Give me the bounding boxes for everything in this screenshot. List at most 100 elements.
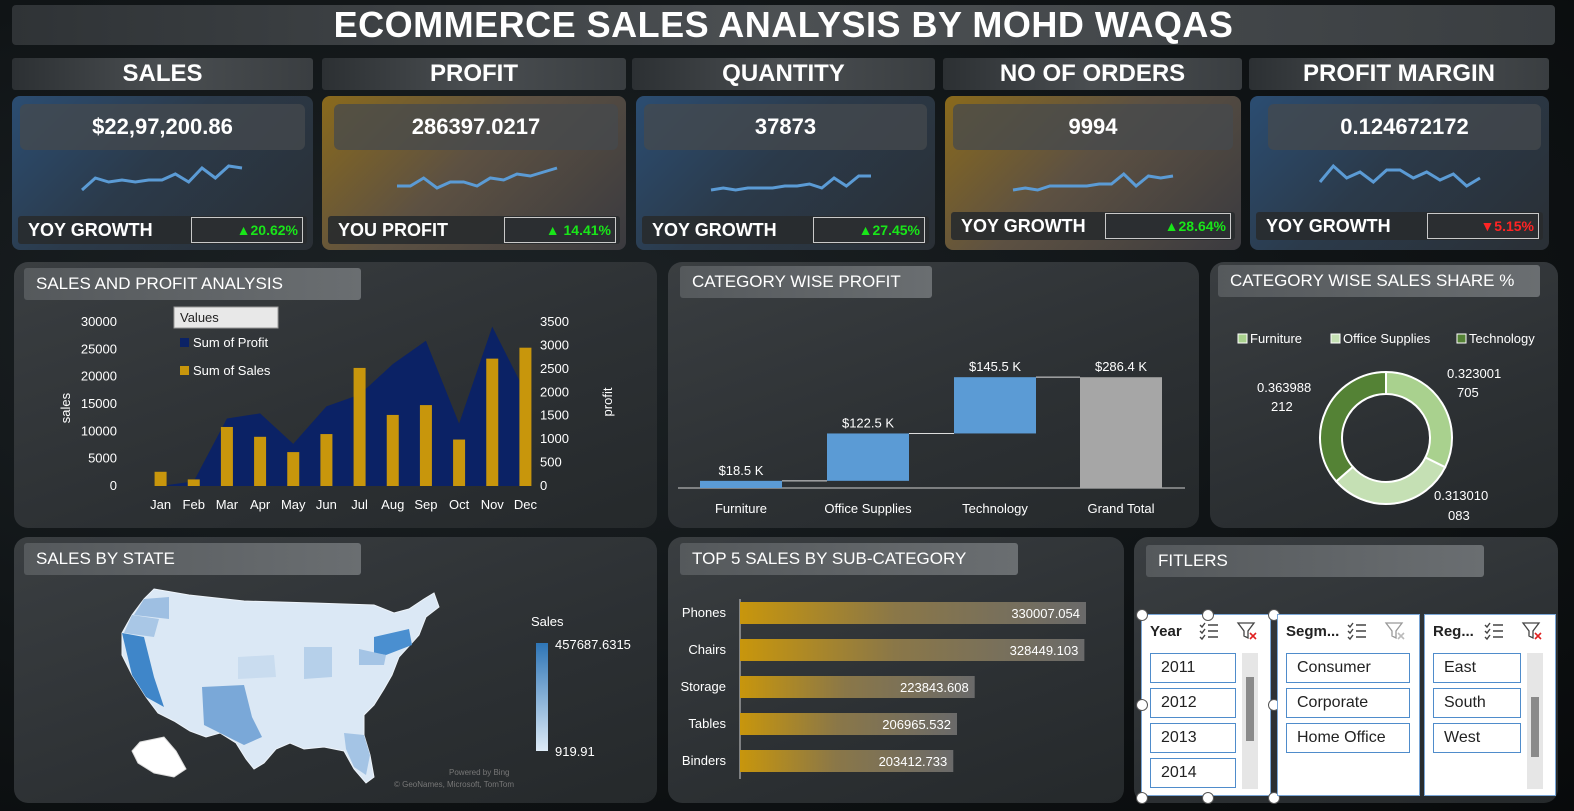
yoy-badge: ▲28.64%	[1105, 213, 1231, 239]
kpi-card-sales: $22,97,200.86 YOY GROWTH ▲20.62%	[12, 96, 313, 250]
slicer-title: Segm...	[1286, 623, 1340, 640]
waterfall-bar[interactable]	[827, 433, 909, 481]
donut-slice[interactable]	[1319, 370, 1387, 483]
x-tick: May	[281, 497, 306, 512]
y-axis-title-right: profit	[600, 387, 615, 416]
kpi-card-orders: 9994 YOY GROWTH ▲28.64%	[945, 96, 1241, 250]
state-alaska[interactable]	[131, 736, 187, 778]
resize-handle[interactable]	[1202, 792, 1214, 804]
legend-label-office: Office Supplies	[1343, 331, 1431, 346]
resize-handle[interactable]	[1202, 609, 1214, 621]
waterfall-bar[interactable]	[1080, 377, 1162, 488]
x-tick: Sep	[414, 497, 437, 512]
resize-handle[interactable]	[1136, 792, 1148, 804]
kpi-footer-label: YOY GROWTH	[961, 215, 1086, 236]
sparkline-path	[1012, 171, 1174, 192]
multi-select-icon[interactable]	[1346, 621, 1368, 641]
slicer-item-2012[interactable]: 2012	[1150, 688, 1236, 718]
slicer-item-2013[interactable]: 2013	[1150, 723, 1236, 753]
sparkline-path	[80, 164, 243, 192]
kpi-value: 9994	[953, 104, 1233, 150]
slicer-item-home-office[interactable]: Home Office	[1286, 723, 1410, 753]
legend-label-furniture: Furniture	[1250, 331, 1302, 346]
sales-bar[interactable]	[154, 471, 167, 486]
legend-swatch-furniture	[1237, 333, 1248, 344]
data-label: $145.5 K	[969, 359, 1021, 374]
data-label-furniture-1: 0.323001	[1447, 366, 1501, 381]
waterfall-bar[interactable]	[700, 480, 782, 488]
multi-select-icon[interactable]	[1483, 621, 1505, 641]
kpi-footer: YOY GROWTH ▲28.64%	[951, 212, 1235, 240]
category-profit-panel: CATEGORY WISE PROFIT $18.5 K Furniture $12…	[668, 262, 1199, 528]
sales-profit-panel: SALES AND PROFIT ANALYSIS 0 5000 10000 1500…	[14, 262, 657, 528]
sales-bar[interactable]	[254, 436, 267, 486]
category-profit-chart: $18.5 K Furniture $122.5 K Office Supplies $…	[678, 359, 1185, 516]
us-state-map[interactable]: Sales 457687.6315 919.91 Powered by Bing…	[14, 537, 657, 803]
sales-bar[interactable]	[419, 405, 432, 486]
sales-bar[interactable]	[386, 414, 399, 486]
legend-swatch-sales	[180, 366, 189, 375]
x-tick: Furniture	[715, 501, 767, 516]
slicer-item-2014[interactable]: 2014	[1150, 758, 1236, 788]
resize-handle[interactable]	[1136, 609, 1148, 621]
sparkline	[710, 174, 871, 192]
sparkline-path	[397, 166, 558, 190]
sales-bar[interactable]	[287, 452, 300, 486]
y-tick-left: 20000	[81, 369, 117, 384]
sales-bar[interactable]	[320, 434, 333, 486]
x-tick: Jun	[316, 497, 337, 512]
resize-handle[interactable]	[1136, 699, 1148, 711]
sales-bar[interactable]	[519, 347, 532, 486]
kpi-header-profit: PROFIT	[322, 58, 626, 90]
sales-by-state-panel: SALES BY STATE Sales 457687.6315 919.91 …	[14, 537, 657, 803]
kpi-header-orders: NO OF ORDERS	[943, 58, 1242, 90]
dashboard-title: ECOMMERCE SALES ANALYSIS BY MOHD WAQAS	[333, 4, 1234, 45]
subcategory-bar-chart: Phones 330007.054 Chairs 328449.103 Storage 2…	[680, 599, 1086, 779]
map-attribution-geonames: © GeoNames, Microsoft, TomTom	[394, 780, 514, 789]
sparkline-path	[1318, 163, 1481, 188]
slicer-title: Reg...	[1433, 623, 1474, 640]
waterfall-bar[interactable]	[954, 377, 1036, 434]
scrollbar-thumb[interactable]	[1531, 697, 1539, 757]
y-tick-right: 500	[540, 455, 562, 470]
y-tick-right: 3500	[540, 314, 569, 329]
segment-slicer[interactable]: Segm... Consumer Corporate Home Office	[1277, 614, 1420, 796]
kpi-footer-label: YOY GROWTH	[652, 219, 777, 240]
slicer-scrollbar[interactable]	[1242, 653, 1258, 789]
slicer-item-east[interactable]: East	[1433, 653, 1521, 683]
legend-label-sales: Sum of Sales	[193, 363, 271, 378]
kpi-footer-label: YOY GROWTH	[28, 219, 153, 240]
sales-bar[interactable]	[486, 358, 499, 486]
slicer-item-west[interactable]: West	[1433, 723, 1521, 753]
kpi-card-margin: 0.124672172 YOY GROWTH ▼5.15%	[1250, 96, 1549, 250]
x-tick: Grand Total	[1088, 501, 1155, 516]
y-tick-right: 3000	[540, 337, 569, 352]
sales-bar[interactable]	[220, 426, 233, 486]
region-slicer[interactable]: Reg... East South West	[1424, 614, 1556, 796]
panel-title: FITLERS	[1146, 545, 1484, 577]
multi-select-icon[interactable]	[1198, 621, 1220, 641]
year-slicer[interactable]: Year 2011 2012 2013 2014	[1141, 614, 1271, 796]
y-tick-right: 2500	[540, 361, 569, 376]
scrollbar-thumb[interactable]	[1246, 677, 1254, 741]
slicer-item-corporate[interactable]: Corporate	[1286, 688, 1410, 718]
map-legend-gradient	[536, 643, 548, 751]
clear-filter-icon[interactable]	[1384, 621, 1406, 641]
slicer-item-consumer[interactable]: Consumer	[1286, 653, 1410, 683]
map-legend-min: 919.91	[555, 744, 595, 759]
sales-bar[interactable]	[187, 479, 200, 486]
sales-bar[interactable]	[353, 367, 366, 486]
slicer-item-2011[interactable]: 2011	[1150, 653, 1236, 683]
donut-slice[interactable]	[1334, 456, 1447, 505]
legend-label-profit: Sum of Profit	[193, 335, 269, 350]
clear-filter-icon[interactable]	[1521, 621, 1543, 641]
slicer-item-south[interactable]: South	[1433, 688, 1521, 718]
slicer-scrollbar[interactable]	[1527, 653, 1543, 789]
donut-slice[interactable]	[1385, 370, 1453, 469]
sales-bar[interactable]	[453, 439, 466, 486]
x-tick: Mar	[216, 497, 239, 512]
x-tick: Feb	[183, 497, 205, 512]
state-central[interactable]	[238, 655, 276, 679]
clear-filter-icon[interactable]	[1236, 621, 1258, 641]
state-illinois[interactable]	[304, 647, 332, 679]
